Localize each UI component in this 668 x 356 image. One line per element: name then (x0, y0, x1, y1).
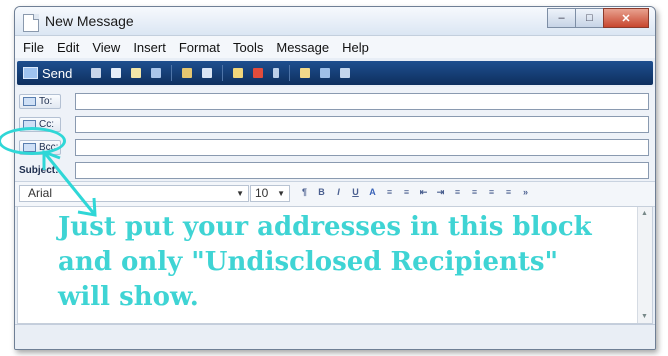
annotation-text: Just put your addresses in this block an… (58, 212, 592, 312)
